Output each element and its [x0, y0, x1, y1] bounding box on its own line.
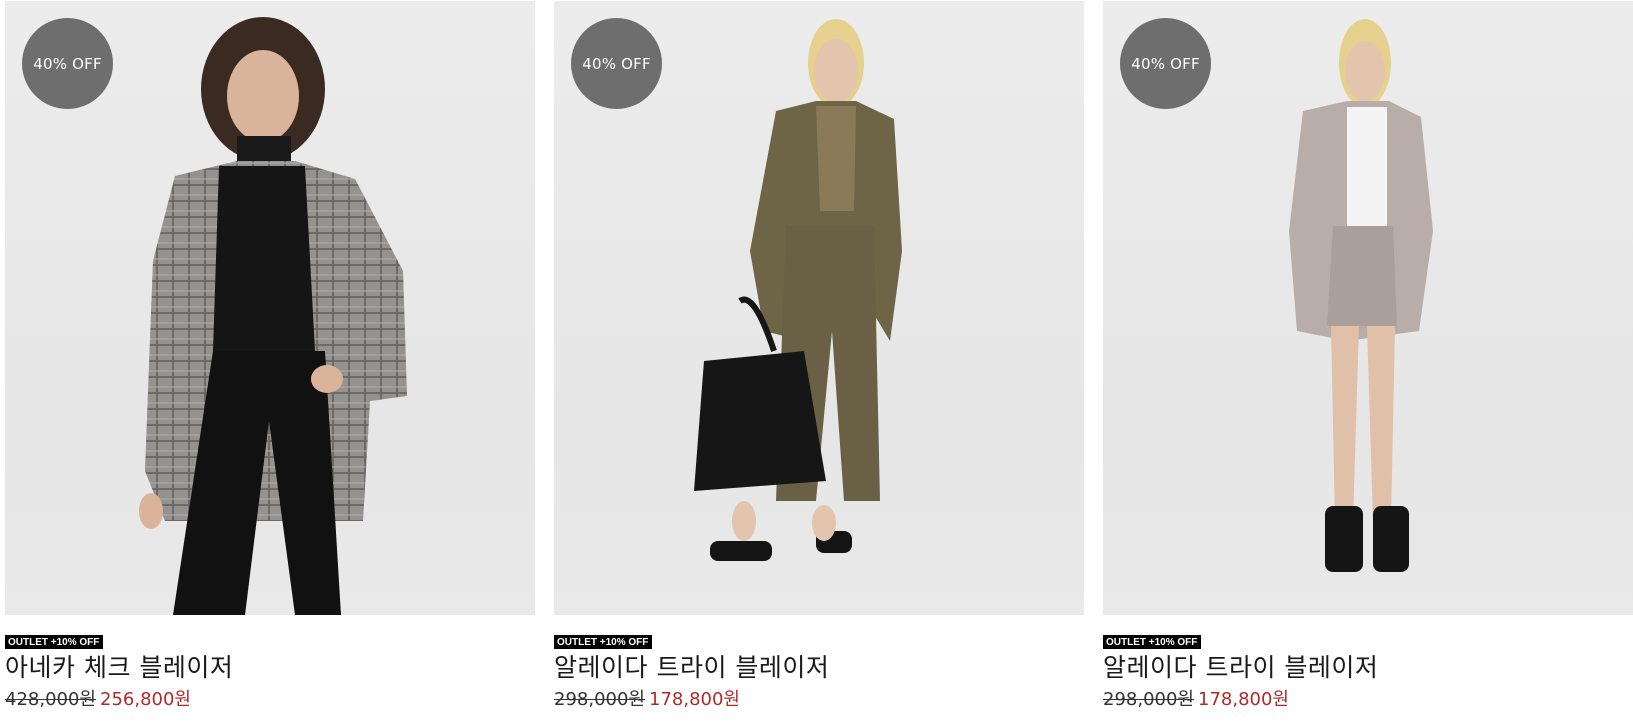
original-price: 428,000원 — [5, 689, 96, 710]
product-name[interactable]: 알레이다 트라이 블레이저 — [554, 652, 1084, 684]
original-price: 298,000원 — [554, 689, 645, 710]
product-image[interactable]: 40% OFF — [5, 1, 535, 615]
discount-badge: 40% OFF — [22, 18, 113, 109]
product-name[interactable]: 알레이다 트라이 블레이저 — [1103, 652, 1633, 684]
price-row: 298,000원 178,800원 — [1103, 688, 1633, 712]
original-price: 298,000원 — [1103, 689, 1194, 710]
price-row: 428,000원 256,800원 — [5, 688, 535, 712]
outlet-tag: OUTLET +10% OFF — [1103, 635, 1202, 649]
product-grid: 40% OFF OUTLET +10% OFF 아네카 체크 블레이저 428,… — [5, 1, 1633, 712]
product-card[interactable]: 40% OFF OUTLET +10% OFF 알레이다 트라이 블레이저 29… — [1103, 1, 1633, 712]
product-card[interactable]: 40% OFF OUTLET +10% OFF 알레이다 트라이 블레이저 29… — [554, 1, 1084, 712]
outlet-tag: OUTLET +10% OFF — [5, 635, 104, 649]
product-image[interactable]: 40% OFF — [1103, 1, 1633, 615]
discount-badge: 40% OFF — [571, 18, 662, 109]
product-image[interactable]: 40% OFF — [554, 1, 1084, 615]
discount-badge: 40% OFF — [1120, 18, 1211, 109]
product-card[interactable]: 40% OFF OUTLET +10% OFF 아네카 체크 블레이저 428,… — [5, 1, 535, 712]
outlet-tag: OUTLET +10% OFF — [554, 635, 653, 649]
price-row: 298,000원 178,800원 — [554, 688, 1084, 712]
product-name[interactable]: 아네카 체크 블레이저 — [5, 652, 535, 684]
sale-price: 178,800원 — [1198, 689, 1289, 710]
sale-price: 256,800원 — [100, 689, 191, 710]
sale-price: 178,800원 — [649, 689, 740, 710]
